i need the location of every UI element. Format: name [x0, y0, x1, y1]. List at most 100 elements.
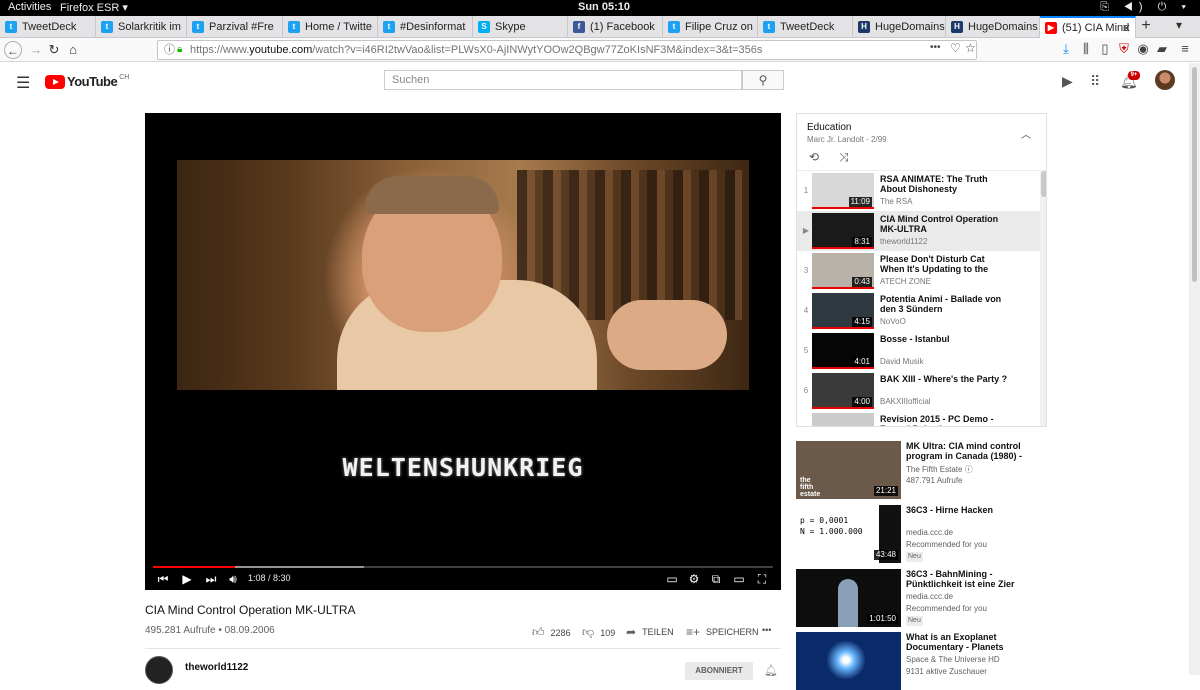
related-title[interactable]: What is an Exoplanet Documentary - Plane… — [906, 632, 1036, 652]
pocket-icon[interactable]: ♡ — [950, 41, 961, 55]
playlist-item[interactable]: 1 11:09 RSA ANIMATE: The Truth About Disho… — [797, 171, 1040, 211]
new-tab-button[interactable]: + — [1136, 16, 1156, 38]
video-player[interactable]: WELTENSHUNKRIEG ⏮︎ ▶︎ ⏭︎ 🔊︎ 1:08 / 8:30 … — [145, 113, 781, 590]
playlist-scrollbar[interactable] — [1040, 171, 1046, 426]
browser-tab[interactable]: S Skype — [473, 16, 568, 38]
tab-list-icon[interactable]: ▾ — [1176, 18, 1182, 32]
related-video[interactable]: p = 0,0001 N = 1.000.000 43:48 36C3 - Hirn… — [796, 505, 1056, 563]
close-tab-icon[interactable]: ✕ — [1122, 22, 1131, 35]
browser-tab[interactable]: ▶ (51) CIA Mind ✕ — [1040, 16, 1136, 38]
browser-tab[interactable]: t #Desinformat — [378, 16, 473, 38]
related-thumbnail[interactable]: p = 0,0001 N = 1.000.000 43:48 — [796, 505, 901, 563]
search-icon[interactable]: ⚲ — [742, 70, 784, 90]
browser-tab[interactable]: t TweetDeck — [758, 16, 853, 38]
play-icon[interactable]: ▶︎ — [179, 572, 195, 586]
theater-mode-icon[interactable]: ▭ — [731, 572, 747, 586]
related-thumbnail[interactable] — [796, 632, 901, 690]
settings-gear-icon[interactable]: ⚙︎ — [686, 572, 702, 586]
browser-tab[interactable]: t Solarkritik im — [96, 16, 187, 38]
save-button[interactable]: ≡+ SPEICHERN — [686, 625, 759, 639]
playlist-item-title[interactable]: Potentia Animi - Ballade von den 3 Sünde… — [880, 294, 1010, 314]
playlist-item-title[interactable]: BAK XIII - Where's the Party ? — [880, 374, 1010, 384]
previous-icon[interactable]: ⏮︎ — [155, 572, 171, 587]
shuffle-icon[interactable]: ⤨ — [839, 150, 849, 165]
playlist-item-title[interactable]: Please Don't Disturb Cat When It's Updat… — [880, 254, 1010, 274]
playlist-item-thumbnail[interactable]: 0:43 — [812, 253, 874, 289]
activities-button[interactable]: Activities — [8, 1, 51, 13]
related-channel[interactable]: Space & The Universe HD — [906, 655, 1000, 664]
fullscreen-icon[interactable]: ⛶ — [754, 572, 770, 587]
playlist-item-thumbnail[interactable] — [812, 413, 874, 426]
menu-icon[interactable]: ≡ — [1177, 41, 1193, 56]
playlist-item-title[interactable]: Revision 2015 - PC Demo - Forced Pulsati… — [880, 414, 1010, 426]
channel-avatar[interactable] — [145, 656, 173, 684]
browser-tab[interactable]: f (1) Facebook — [568, 16, 663, 38]
playlist-item[interactable]: Revision 2015 - PC Demo - Forced Pulsati… — [797, 411, 1040, 426]
back-icon[interactable]: ← — [4, 41, 22, 59]
browser-tab[interactable]: t Parzival #Fre — [187, 16, 283, 38]
next-icon[interactable]: ⏭︎ — [203, 572, 219, 587]
account-icon[interactable]: ◉ — [1135, 41, 1151, 57]
loop-icon[interactable]: ⟲ — [809, 150, 819, 164]
downloads-icon[interactable]: ⤓ — [1058, 41, 1074, 57]
browser-tab[interactable]: H HugeDomains — [946, 16, 1040, 38]
playlist-item-thumbnail[interactable]: 4:00 — [812, 373, 874, 409]
screenshot-icon[interactable]: ▰ — [1154, 41, 1170, 57]
page-actions-icon[interactable]: ••• — [930, 42, 941, 53]
related-video[interactable]: What is an Exoplanet Documentary - Plane… — [796, 632, 1056, 690]
playlist-item[interactable]: 4 4:15 Potentia Animi - Ballade von den 3 … — [797, 291, 1040, 331]
playlist-item-title[interactable]: CIA Mind Control Operation MK-ULTRA — [880, 214, 1010, 234]
ublock-icon[interactable]: ⛨ — [1116, 41, 1132, 57]
clock[interactable]: Sun 05:10 — [578, 1, 630, 13]
reload-icon[interactable]: ↻ — [45, 41, 63, 59]
browser-tab[interactable]: t Home / Twitte — [283, 16, 378, 38]
library-icon[interactable]: ⫼ — [1078, 41, 1094, 57]
lock-icon[interactable]: 🔒︎ — [177, 41, 182, 59]
bookmark-star-icon[interactable]: ☆ — [965, 41, 976, 55]
more-actions-button[interactable]: ••• — [762, 625, 771, 635]
sidebar-icon[interactable]: ▯ — [1097, 41, 1113, 57]
playlist-item[interactable]: 3 0:43 Please Don't Disturb Cat When It's … — [797, 251, 1040, 291]
playlist-item[interactable]: 5 4:01 Bosse - Istanbul David Musik — [797, 331, 1040, 371]
related-title[interactable]: MK Ultra: CIA mind control program in Ca… — [906, 441, 1036, 461]
related-channel[interactable]: media.ccc.de — [906, 528, 953, 537]
playlist-item[interactable]: ▶ 8:31 CIA Mind Control Operation MK-ULTRA… — [797, 211, 1040, 251]
related-channel[interactable]: media.ccc.de — [906, 592, 953, 601]
browser-tab[interactable]: t TweetDeck — [0, 16, 96, 38]
app-menu-button[interactable]: Firefox ESR ▾ — [60, 1, 128, 14]
related-title[interactable]: 36C3 - BahnMining - Pünktlichkeit ist ei… — [906, 569, 1036, 589]
playlist-item-thumbnail[interactable]: 4:01 — [812, 333, 874, 369]
playlist-item[interactable]: 6 4:00 BAK XIII - Where's the Party ? BAKXI… — [797, 371, 1040, 411]
volume-icon[interactable]: 🔊︎ — [225, 572, 241, 587]
dislike-button[interactable]: 👎︎ 109 — [582, 625, 615, 640]
like-button[interactable]: 👍︎ 2286 — [532, 625, 571, 640]
channel-name[interactable]: theworld1122 — [185, 662, 248, 673]
browser-tab[interactable]: t Filipe Cruz on — [663, 16, 758, 38]
channel-bell-icon[interactable]: 🔔︎ — [764, 664, 778, 677]
related-video[interactable]: 1:01:50 36C3 - BahnMining - Pünktlichkeit… — [796, 569, 1056, 627]
share-button[interactable]: ➦ TEILEN — [626, 625, 674, 639]
system-menu-icons[interactable]: ⎘ ◀) ⏻ ▾ — [1100, 1, 1192, 14]
playlist-item-thumbnail[interactable]: 11:09 — [812, 173, 874, 209]
page-scrollbar-thumb[interactable] — [1192, 67, 1197, 282]
subscribe-button[interactable]: ABONNIERT — [685, 662, 753, 680]
home-icon[interactable]: ⌂ — [64, 41, 82, 59]
browser-tab[interactable]: H HugeDomains — [853, 16, 946, 38]
playlist-item-thumbnail[interactable]: 4:15 — [812, 293, 874, 329]
related-thumbnail[interactable]: the fifth estate 21:21 — [796, 441, 901, 499]
youtube-logo[interactable]: YouTube CH — [45, 74, 129, 89]
playlist-item-title[interactable]: Bosse - Istanbul — [880, 334, 1010, 344]
progress-bar[interactable] — [153, 566, 773, 568]
url-bar[interactable]: ⓘ 🔒︎ https://www.youtube.com/watch?v=i46… — [157, 40, 977, 60]
search-input[interactable]: Suchen — [384, 70, 742, 90]
page-scrollbar[interactable] — [1189, 63, 1200, 675]
forward-icon[interactable]: → — [27, 41, 45, 59]
create-video-icon[interactable]: ▶︎ — [1062, 73, 1073, 90]
collapse-icon[interactable]: ︿ — [1021, 126, 1031, 141]
apps-grid-icon[interactable]: ⠿ — [1090, 73, 1100, 90]
related-video[interactable]: the fifth estate 21:21 MK Ultra: CIA mind … — [796, 441, 1056, 499]
related-thumbnail[interactable]: 1:01:50 — [796, 569, 901, 627]
user-avatar[interactable] — [1155, 70, 1175, 90]
related-channel[interactable]: The Fifth Estate ⓘ — [906, 464, 973, 475]
playlist-title[interactable]: Education — [807, 122, 851, 133]
